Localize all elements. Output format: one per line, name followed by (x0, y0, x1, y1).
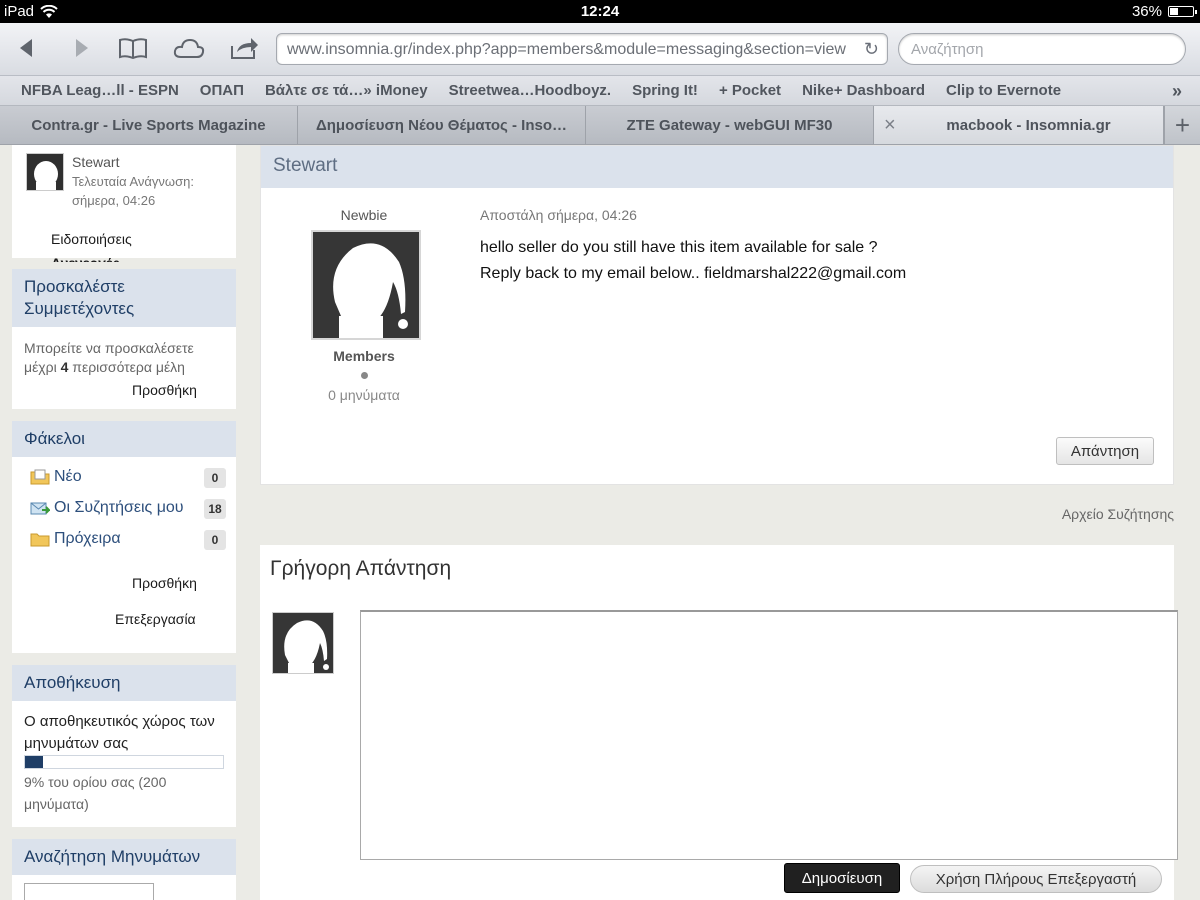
storage-bar (24, 755, 224, 769)
message-box: Stewart Newbie Members 0 μηνύματα Αποστά… (260, 145, 1174, 485)
invite-box: Προσκαλέστε Συμμετέχοντες Μπορείτε να πρ… (12, 269, 236, 409)
storage-note: 9% του ορίου σας (200 μηνύματα) (24, 774, 167, 812)
new-folder-icon (30, 469, 50, 485)
conversation-archive-link[interactable]: Αρχείο Συζήτησης (1062, 506, 1174, 522)
bookmark-item[interactable]: Βάλτε σε τά…» iMoney (265, 82, 428, 99)
forward-icon[interactable] (64, 33, 98, 63)
my-avatar (272, 612, 334, 674)
user-avatar (26, 153, 64, 191)
folders-title: Φάκελοι (12, 421, 236, 457)
status-bar: iPad 12:24 36% (0, 0, 1200, 23)
author-avatar[interactable] (311, 230, 421, 340)
inactive-link[interactable]: Ανενεργές (51, 256, 120, 262)
quick-reply-title: Γρήγορη Απάντηση (270, 557, 452, 580)
bookmark-item[interactable]: + Pocket (719, 82, 781, 99)
share-icon[interactable] (227, 33, 261, 63)
quick-reply-textarea[interactable] (360, 610, 1178, 860)
bookmarks-bar: NFBA Leag…ll - ESPN ΟΠΑΠ Βάλτε σε τά…» i… (0, 76, 1200, 106)
address-bar[interactable]: www.insomnia.gr/index.php?app=members&mo… (276, 33, 888, 65)
storage-bar-fill (25, 756, 43, 768)
more-bookmarks-icon[interactable]: » (1172, 81, 1182, 102)
page-content: Stewart Τελευταία Ανάγνωση: σήμερα, 04:2… (0, 145, 1200, 900)
folder-count: 18 (204, 499, 226, 519)
user-name[interactable]: Stewart (72, 154, 119, 170)
battery-percent: 36% (1131, 3, 1162, 20)
folder-new[interactable]: Νέο 0 (30, 465, 226, 489)
folders-add-link[interactable]: Προσθήκη (132, 575, 197, 591)
browser-toolbar: www.insomnia.gr/index.php?app=members&mo… (0, 23, 1200, 76)
bookmark-item[interactable]: ΟΠΑΠ (200, 82, 244, 99)
storage-text: Ο αποθηκευτικός χώρος των μηνυμάτων σας (24, 713, 215, 752)
invite-text-b: μέχρι (24, 359, 61, 375)
author-group: Members (333, 348, 395, 364)
message-sent-date: Αποστάλη σήμερα, 04:26 (480, 207, 637, 223)
message-line-1: hello seller do you still have this item… (480, 239, 878, 256)
tab-new-topic[interactable]: Δημοσίευση Νέου Θέματος - Inso… (298, 106, 586, 144)
author-post-count: 0 μηνύματα (328, 387, 400, 403)
folder-my-conversations[interactable]: Οι Συζητήσεις μου 18 (30, 496, 226, 520)
main-column: Stewart Newbie Members 0 μηνύματα Αποστά… (248, 145, 1200, 900)
invite-text: Μπορείτε να προσκαλέσετε μέχρι 4 περισσό… (12, 339, 236, 377)
drafts-folder-icon (30, 533, 50, 547)
tab-contra[interactable]: Contra.gr - Live Sports Magazine (0, 106, 298, 144)
message-line-2: Reply back to my email below.. fieldmars… (480, 265, 907, 282)
conversations-folder-icon (30, 502, 50, 515)
folders-box: Φάκελοι Νέο 0 Οι Συζητήσεις μου 18 Πρόχε… (12, 421, 236, 653)
battery-icon (1168, 6, 1197, 17)
message-author-header: Stewart (261, 146, 1173, 188)
tab-zte-gateway[interactable]: ZTE Gateway - webGUI MF30 (586, 106, 874, 144)
reply-button[interactable]: Απάντηση (1056, 437, 1154, 465)
folder-label: Νέο (54, 468, 82, 485)
url-text: www.insomnia.gr/index.php?app=members&mo… (287, 41, 846, 58)
search-input[interactable]: Αναζήτηση (898, 33, 1186, 65)
storage-box: Αποθήκευση Ο αποθηκευτικός χώρος των μην… (12, 665, 236, 827)
bookmark-item[interactable]: Streetwea…Hoodboyz. (449, 82, 612, 99)
icloud-tabs-icon[interactable] (172, 33, 206, 63)
invite-add-link[interactable]: Προσθήκη (132, 382, 197, 398)
invite-text-a: Μπορείτε να προσκαλέσετε (24, 340, 194, 356)
full-editor-button[interactable]: Χρήση Πλήρους Επεξεργαστή (910, 865, 1162, 893)
storage-title: Αποθήκευση (12, 665, 236, 701)
close-tab-icon[interactable]: × (884, 114, 896, 137)
folder-count: 0 (204, 530, 226, 550)
back-icon[interactable] (10, 33, 44, 63)
clock: 12:24 (580, 3, 620, 20)
bookmark-item[interactable]: Clip to Evernote (946, 82, 1061, 99)
message-search-box: Αναζήτηση Μηνυμάτων (12, 839, 236, 900)
invite-text-c: περισσότερα μέλη (68, 359, 185, 375)
reload-icon[interactable]: ↻ (864, 39, 879, 60)
folders-edit-link[interactable]: Επεξεργασία (115, 611, 196, 627)
folder-count: 0 (204, 468, 226, 488)
quick-reply-box: Γρήγορη Απάντηση Δημοσίευση Χρήση Πλήρου… (260, 545, 1178, 900)
tab-macbook[interactable]: macbook - Insomnia.gr (874, 106, 1164, 144)
message-search-title: Αναζήτηση Μηνυμάτων (12, 839, 236, 875)
notifications-link[interactable]: Ειδοποιήσεις (51, 231, 132, 247)
bookmarks-book-icon[interactable] (116, 33, 150, 63)
folder-drafts[interactable]: Πρόχειρα 0 (30, 527, 226, 551)
bookmark-item[interactable]: Spring It! (632, 82, 698, 99)
user-box: Stewart Τελευταία Ανάγνωση: σήμερα, 04:2… (12, 145, 236, 262)
message-search-input[interactable] (24, 883, 154, 900)
online-status-dot (361, 372, 368, 379)
tab-bar: Contra.gr - Live Sports Magazine Δημοσίε… (0, 106, 1200, 145)
sidebar: Stewart Τελευταία Ανάγνωση: σήμερα, 04:2… (0, 145, 248, 900)
post-button[interactable]: Δημοσίευση (784, 863, 900, 893)
last-read-label: Τελευταία Ανάγνωση: (72, 174, 194, 189)
folder-label: Πρόχειρα (54, 530, 121, 547)
author-rank: Newbie (340, 207, 388, 223)
invite-title: Προσκαλέστε Συμμετέχοντες (12, 269, 236, 327)
new-tab-icon[interactable]: + (1164, 106, 1200, 144)
bookmark-item[interactable]: NFBA Leag…ll - ESPN (21, 82, 179, 99)
folder-label: Οι Συζητήσεις μου (54, 499, 184, 516)
last-read-time: σήμερα, 04:26 (72, 193, 156, 208)
bookmark-item[interactable]: Nike+ Dashboard (802, 82, 925, 99)
